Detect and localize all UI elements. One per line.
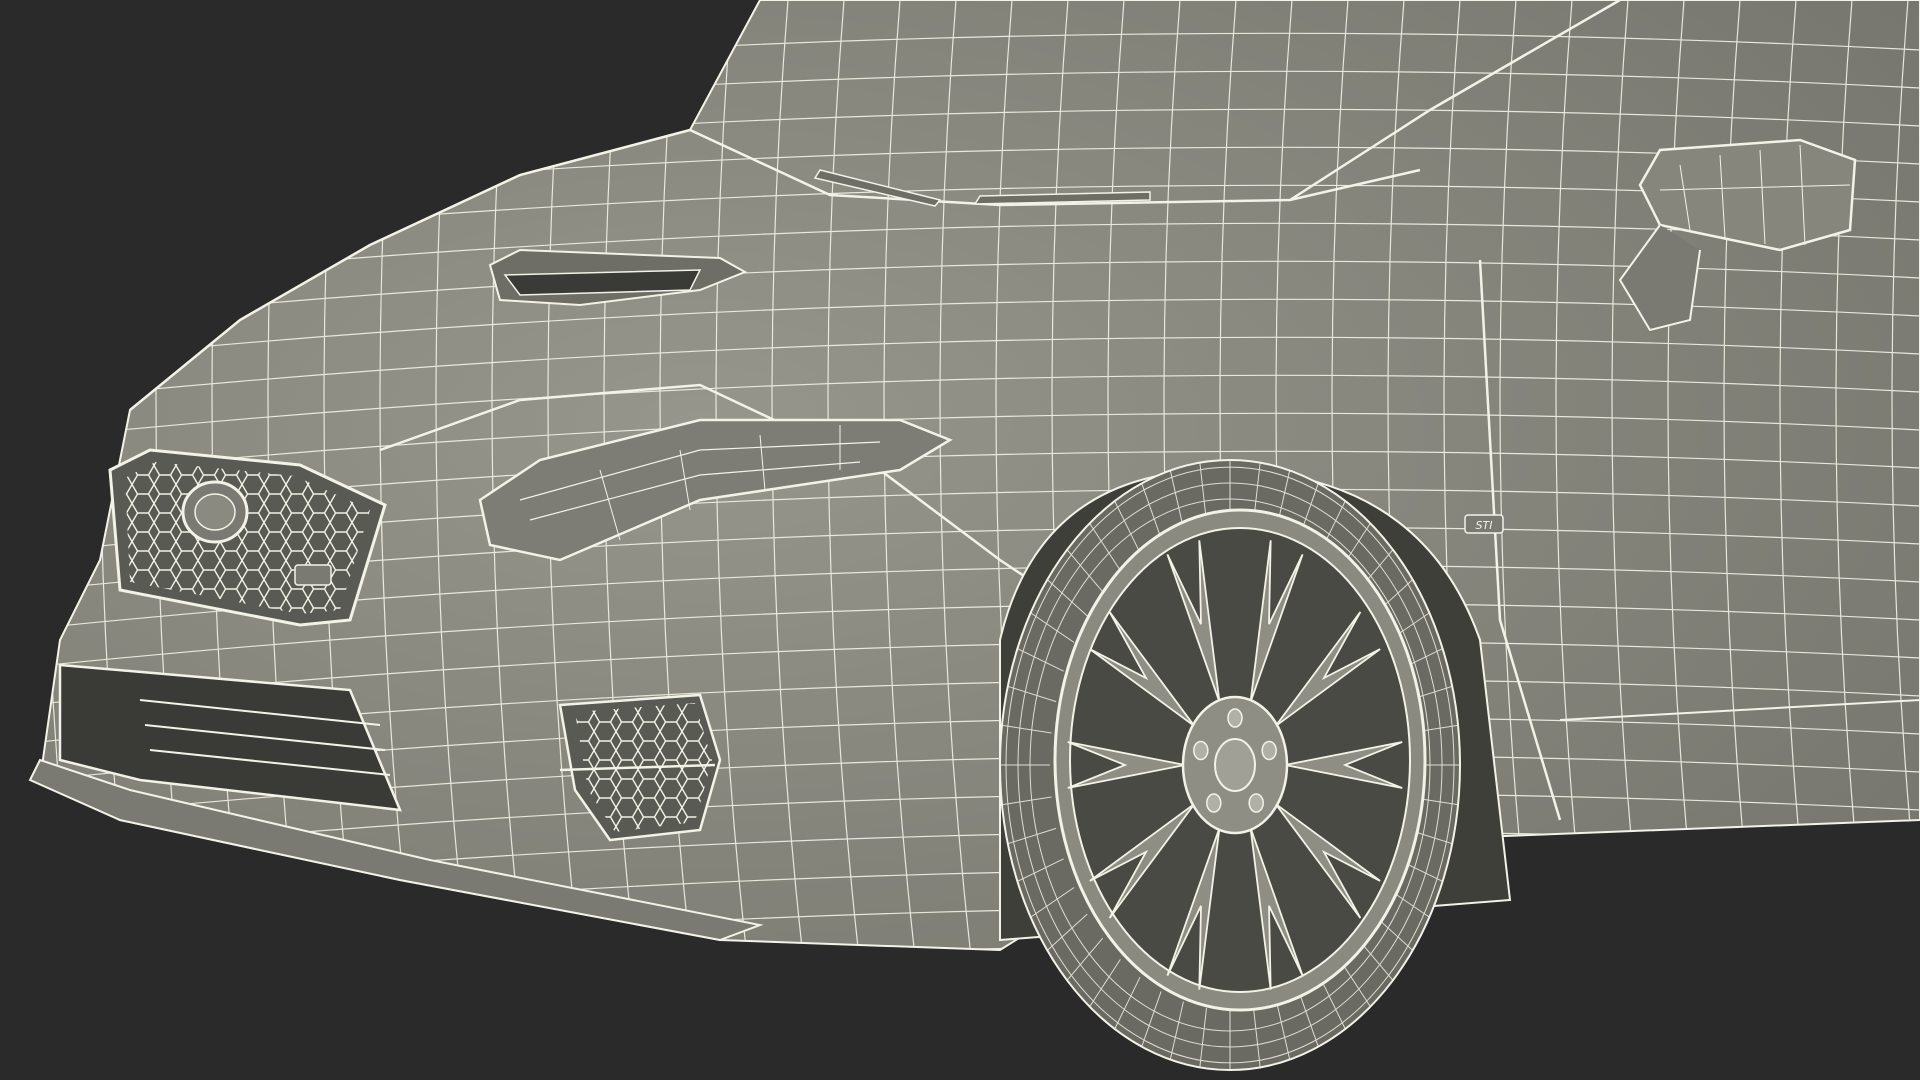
lug-nut [1227,708,1243,728]
lug-nut [1261,740,1277,761]
center-cap [1214,738,1256,792]
car-render: STI [0,0,1920,1080]
fender-badge-text: STI [1476,519,1493,532]
render-viewport: STI [0,0,1920,1080]
lug-nut [1206,793,1222,813]
fender-badge: STI [1464,514,1504,534]
grille-sti-badge [294,564,332,586]
lug-nut [1248,793,1264,813]
lug-nut [1193,740,1209,761]
